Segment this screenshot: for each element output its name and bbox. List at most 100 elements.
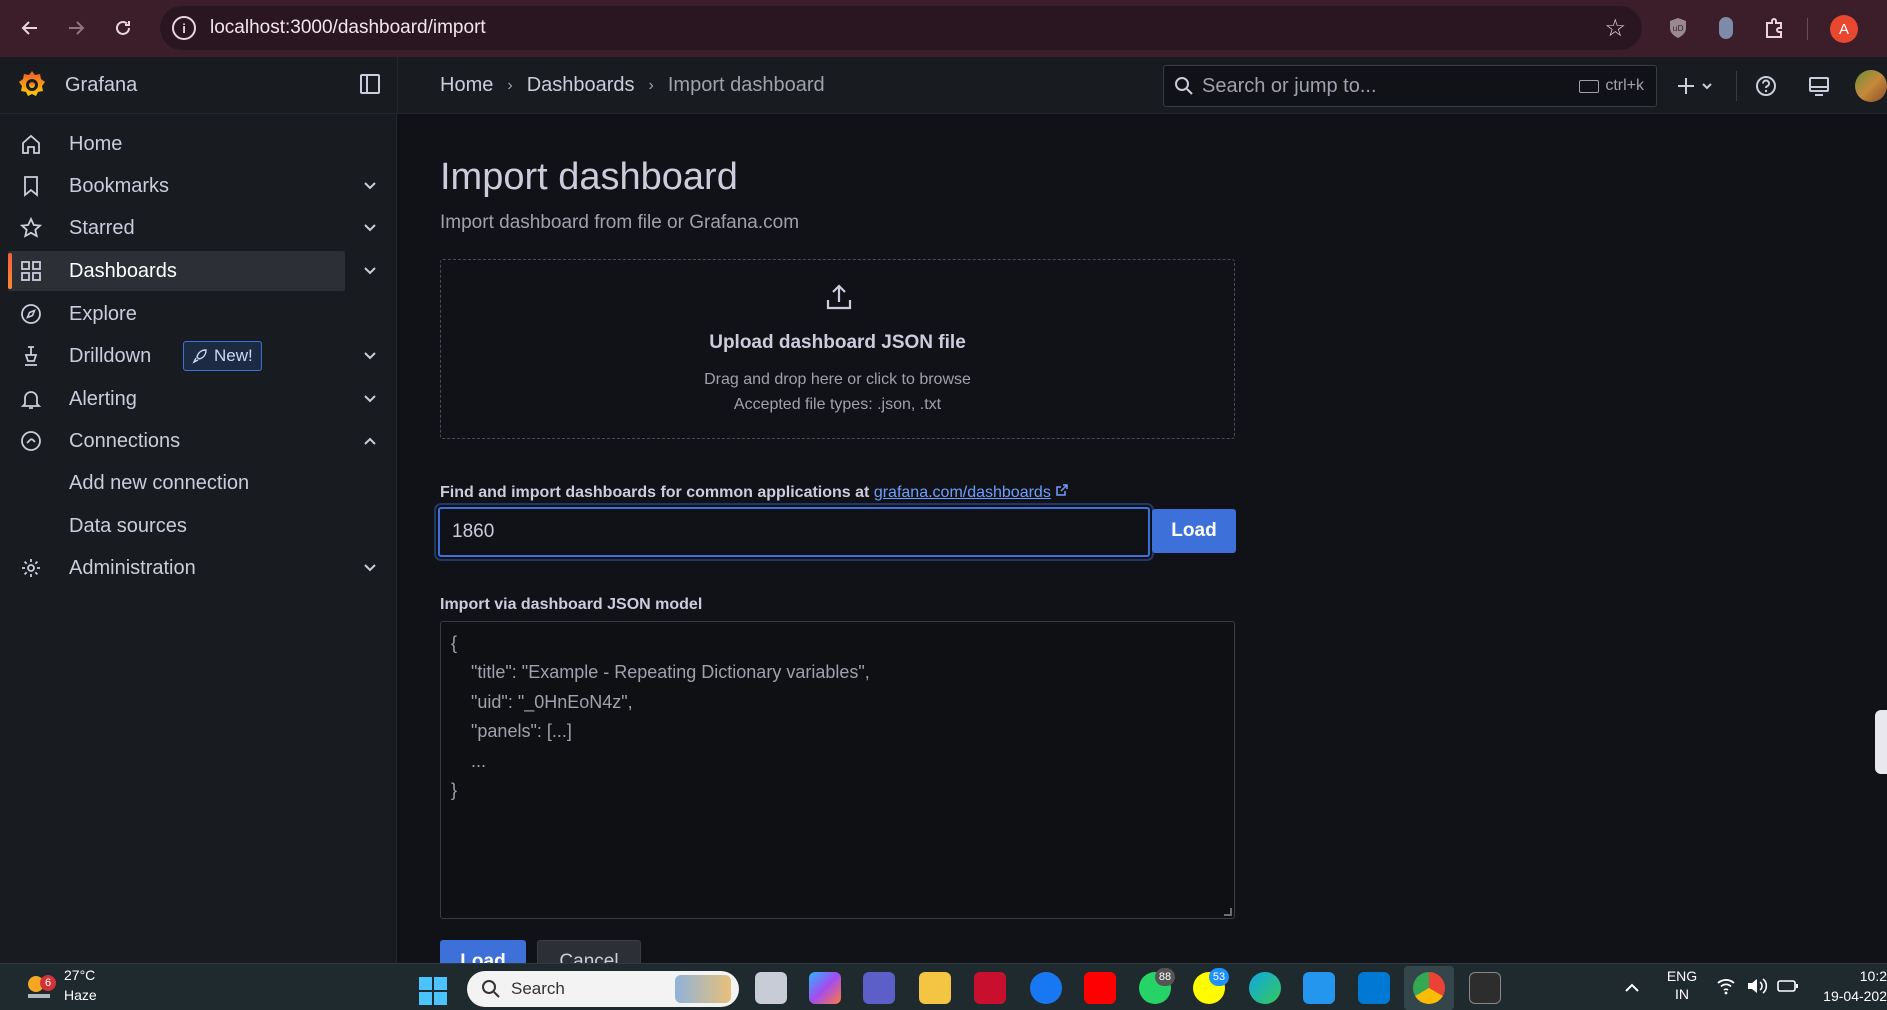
- address-bar[interactable]: i localhost:3000/dashboard/import ☆: [160, 6, 1642, 50]
- sidebar-item-add-new-connection[interactable]: Add new connection: [8, 463, 345, 503]
- docker-icon[interactable]: [1303, 972, 1335, 1004]
- forward-button[interactable]: [56, 8, 96, 48]
- chevron-down-icon[interactable]: [361, 559, 379, 577]
- grafana-brand[interactable]: Grafana: [65, 74, 137, 97]
- user-avatar[interactable]: [1855, 70, 1887, 102]
- breadcrumb-dashboards[interactable]: Dashboards: [527, 74, 635, 97]
- side-panel-tab[interactable]: [1875, 710, 1887, 774]
- sidebar-item-connections[interactable]: Connections: [8, 421, 345, 461]
- arrow-left-icon: [21, 21, 37, 35]
- vscode-icon[interactable]: [1358, 972, 1390, 1004]
- sidebar-item-label: Drilldown: [69, 344, 152, 367]
- search-highlight-image: [675, 975, 731, 1003]
- extensions-puzzle-icon[interactable]: [1761, 15, 1787, 41]
- rocket-icon: [192, 349, 207, 364]
- new-badge: New!: [183, 341, 262, 371]
- task-view-icon[interactable]: [755, 972, 787, 1004]
- file-explorer-icon[interactable]: [919, 972, 951, 1004]
- breadcrumb-home[interactable]: Home: [440, 74, 493, 97]
- cog-icon: [20, 557, 42, 579]
- upload-title: Upload dashboard JSON file: [709, 332, 966, 353]
- url-text[interactable]: localhost:3000/dashboard/import: [210, 17, 486, 39]
- chevron-down-icon[interactable]: [361, 390, 379, 408]
- search-shortcut: ctrl+k: [1579, 77, 1644, 95]
- load-id-button[interactable]: Load: [1152, 509, 1236, 553]
- chevron-down-icon[interactable]: [361, 219, 379, 237]
- taskbar-search[interactable]: Search: [467, 971, 739, 1007]
- upload-hint: Drag and drop here or click to browse: [704, 371, 971, 388]
- star-icon: [20, 217, 42, 239]
- terminal-icon[interactable]: [1469, 972, 1501, 1004]
- sidebar-item-administration[interactable]: Administration: [8, 548, 345, 588]
- sidebar-item-alerting[interactable]: Alerting: [8, 379, 345, 419]
- teams-icon[interactable]: [863, 972, 895, 1004]
- search-input[interactable]: [1202, 74, 1542, 98]
- upload-dropzone[interactable]: Upload dashboard JSON file Drag and drop…: [440, 259, 1235, 439]
- bell-icon: [20, 388, 42, 410]
- apps-icon: [20, 260, 42, 282]
- battery-icon[interactable]: [1777, 977, 1799, 995]
- language-indicator[interactable]: ENG: [1665, 968, 1699, 984]
- help-button[interactable]: [1752, 72, 1780, 100]
- bookmark-icon: [20, 175, 42, 197]
- chevron-down-icon[interactable]: [361, 262, 379, 280]
- edge-icon[interactable]: [1249, 972, 1281, 1004]
- weather-badge: 6: [40, 975, 56, 991]
- load-json-button[interactable]: Load: [440, 940, 526, 963]
- wifi-icon[interactable]: [1716, 977, 1736, 995]
- chevron-down-icon[interactable]: [361, 177, 379, 195]
- chrome-icon[interactable]: [1413, 972, 1445, 1004]
- page-subtitle: Import dashboard from file or Grafana.co…: [440, 212, 800, 233]
- cancel-button[interactable]: Cancel: [537, 940, 641, 963]
- sidebar-item-home[interactable]: Home: [8, 124, 345, 164]
- back-button[interactable]: [10, 8, 50, 48]
- dashboard-id-field[interactable]: [438, 507, 1150, 557]
- sidebar-item-label: Connections: [69, 429, 181, 452]
- snapchat-badge: 53: [1209, 968, 1229, 986]
- dock-menu-icon[interactable]: [360, 74, 380, 94]
- json-model-field[interactable]: [440, 621, 1235, 919]
- clock-date: 19-04-202: [1823, 988, 1887, 1004]
- facebook-icon[interactable]: [1030, 972, 1062, 1004]
- json-model-textarea[interactable]: [441, 622, 1234, 918]
- dashboard-id-input[interactable]: [440, 509, 1148, 555]
- reload-button[interactable]: [103, 8, 143, 48]
- youtube-icon[interactable]: [1084, 972, 1116, 1004]
- sidebar-item-starred[interactable]: Starred: [8, 208, 345, 248]
- breadcrumb: Home › Dashboards › Import dashboard: [440, 74, 825, 97]
- mcafee-icon[interactable]: [974, 972, 1006, 1004]
- sidebar-item-data-sources[interactable]: Data sources: [8, 506, 345, 546]
- grafana-logo-icon[interactable]: [16, 69, 48, 101]
- kiosk-mode-button[interactable]: [1805, 72, 1833, 100]
- sidebar-item-explore[interactable]: Explore: [8, 294, 345, 334]
- sidebar-item-drilldown[interactable]: Drilldown New!: [8, 336, 345, 376]
- keyboard-icon: [1579, 79, 1600, 93]
- chevron-up-icon[interactable]: [361, 432, 379, 450]
- grafana-topbar: Grafana Home › Dashboards › Import dashb…: [0, 57, 1887, 114]
- windows-start-icon[interactable]: [418, 976, 448, 1006]
- sidebar-item-bookmarks[interactable]: Bookmarks: [8, 166, 345, 206]
- upload-icon: [826, 284, 852, 310]
- chevron-right-icon: ›: [507, 76, 513, 94]
- chevron-up-icon[interactable]: [1624, 982, 1640, 994]
- grafana-dashboards-link[interactable]: grafana.com/dashboards: [874, 484, 1051, 501]
- bookmark-star-icon[interactable]: ☆: [1604, 14, 1626, 43]
- plus-icon: [1678, 78, 1712, 94]
- site-info-icon[interactable]: i: [172, 16, 196, 40]
- clock-time[interactable]: 10:2: [1842, 968, 1887, 984]
- sidebar-item-dashboards[interactable]: Dashboards: [8, 251, 345, 291]
- search-bar[interactable]: ctrl+k: [1163, 65, 1657, 107]
- resize-handle[interactable]: [1224, 908, 1232, 916]
- sidebar-item-label: Starred: [69, 216, 135, 239]
- copilot-icon[interactable]: [809, 972, 841, 1004]
- taskbar-search-label: Search: [511, 979, 565, 998]
- chevron-down-icon[interactable]: [361, 347, 379, 365]
- mouse-extension-icon[interactable]: [1713, 15, 1739, 41]
- volume-icon[interactable]: [1746, 977, 1768, 995]
- profile-avatar[interactable]: A: [1830, 15, 1858, 43]
- arrow-right-icon: [69, 21, 85, 35]
- new-menu-button[interactable]: [1675, 72, 1719, 100]
- sidebar-item-label: Bookmarks: [69, 174, 170, 197]
- ublock-extension-icon[interactable]: uD: [1665, 15, 1691, 41]
- help-icon: [1756, 76, 1776, 96]
